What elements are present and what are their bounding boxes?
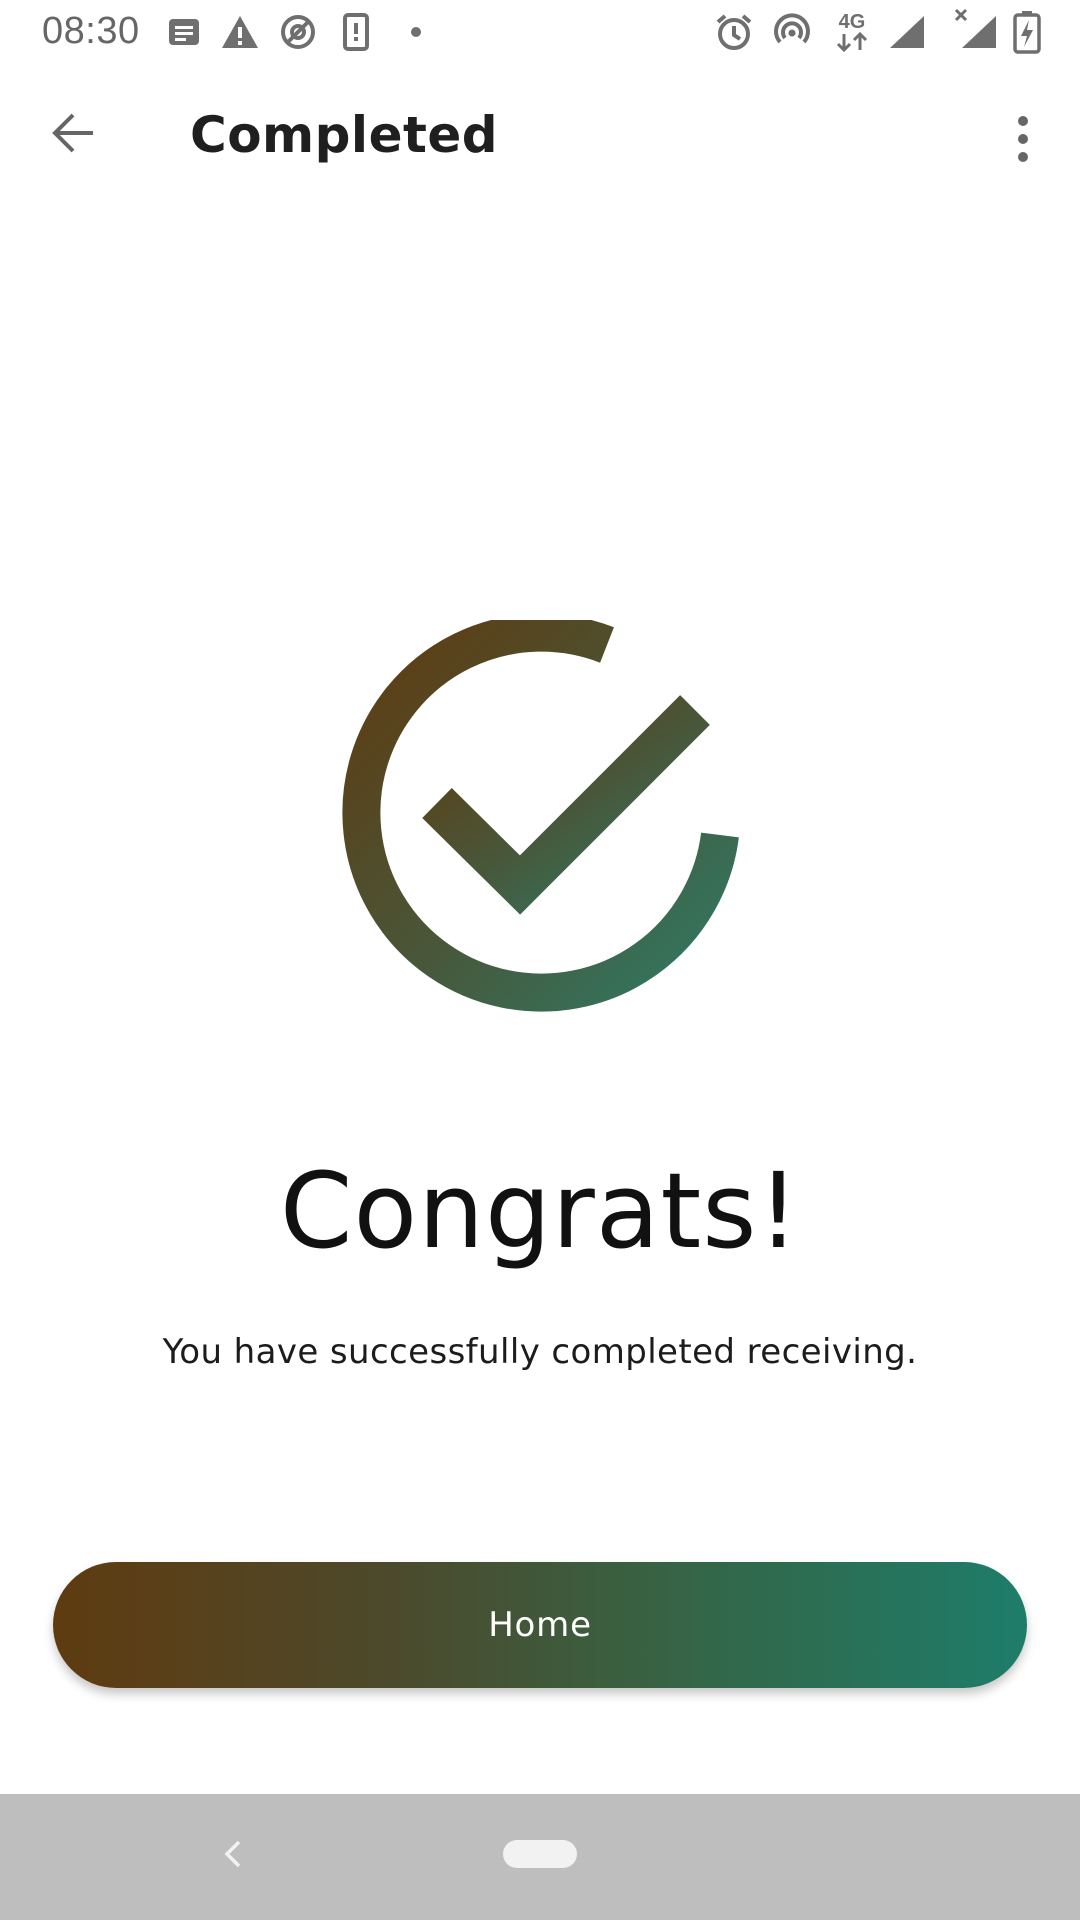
check-circle-icon xyxy=(342,620,739,1012)
success-message: You have successfully completed receivin… xyxy=(162,1332,918,1372)
navigation-bar xyxy=(0,1794,1080,1920)
more-vert-icon xyxy=(1018,116,1028,162)
more-options-button[interactable] xyxy=(1000,106,1046,172)
status-bar: 08:30 4G xyxy=(0,0,1080,64)
status-time: 08:30 xyxy=(42,10,140,52)
alarm-icon xyxy=(716,14,752,50)
data-arrows-icon xyxy=(836,31,868,53)
network-type-label: 4G xyxy=(838,11,866,33)
more-dot-icon xyxy=(411,27,421,37)
page-title: Completed xyxy=(190,106,499,164)
home-button-label: Home xyxy=(488,1605,592,1645)
signal-icon xyxy=(890,16,924,48)
back-button[interactable] xyxy=(40,100,106,166)
arrow-back-icon xyxy=(52,113,93,153)
vpn-icon xyxy=(281,15,315,49)
warning-icon xyxy=(222,16,258,48)
home-button[interactable]: Home xyxy=(53,1562,1027,1688)
no-signal-icon xyxy=(954,8,996,48)
battery-charging-icon xyxy=(1013,11,1041,54)
app-bar: Completed xyxy=(0,70,1080,210)
hotspot-icon xyxy=(774,13,810,44)
notification-message-icon xyxy=(169,19,199,45)
nav-back-icon[interactable] xyxy=(213,1834,253,1874)
congrats-heading: Congrats! xyxy=(279,1150,801,1272)
device-alert-icon xyxy=(343,13,369,51)
nav-home-pill-icon[interactable] xyxy=(503,1840,577,1868)
screen: 08:30 4G Completed Congrats! You have su… xyxy=(0,0,1080,1920)
4g-icon: 4G xyxy=(830,11,874,53)
